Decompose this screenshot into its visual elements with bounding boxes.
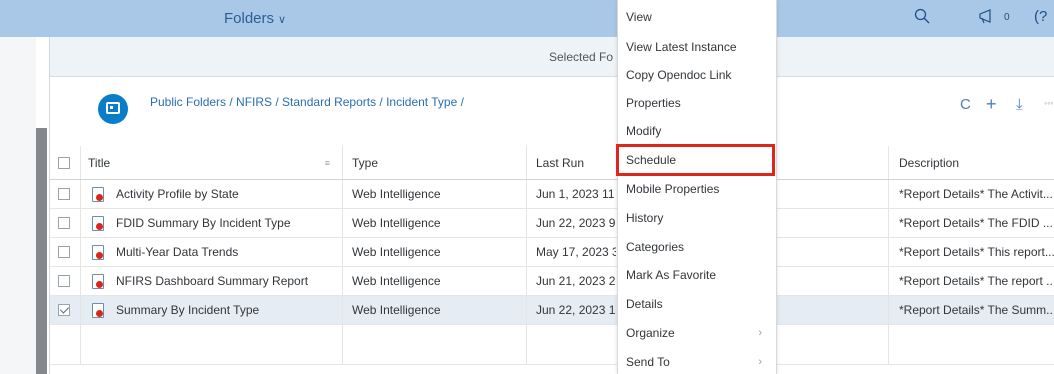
menu-item-view[interactable]: View <box>618 3 776 31</box>
table-row[interactable]: NFIRS Dashboard Summary Report Web Intell… <box>50 267 1054 296</box>
breadcrumb[interactable]: Public Folders / NFIRS / Standard Report… <box>150 95 464 109</box>
context-menu: View View Latest Instance Copy Opendoc Lin… <box>617 0 777 374</box>
row-checkbox[interactable] <box>58 296 70 324</box>
column-type[interactable]: Type <box>352 146 378 179</box>
menu-item-label: Categories <box>626 240 685 254</box>
selected-bar-label: Selected Fo <box>549 50 614 64</box>
row-type: Web Intelligence <box>352 274 441 288</box>
menu-item-view-latest-instance[interactable]: View Latest Instance <box>618 33 776 61</box>
menu-item-label: Copy Opendoc Link <box>626 68 732 82</box>
menu-item-label: View Latest Instance <box>626 40 737 54</box>
select-all-checkbox[interactable] <box>58 146 70 179</box>
download-icon[interactable]: ⤓ <box>1016 96 1023 113</box>
refresh-icon[interactable]: C <box>960 96 971 113</box>
folders-label: Folders <box>224 10 275 27</box>
folder-icon <box>98 94 128 124</box>
menu-item-copy-opendoc-link[interactable]: Copy Opendoc Link <box>618 61 776 89</box>
menu-item-label: Mark As Favorite <box>626 268 717 282</box>
empty-row <box>50 325 1054 365</box>
table-header: Title ≡ Type Last Run Description <box>50 146 1054 180</box>
row-title[interactable]: Multi-Year Data Trends <box>92 238 342 266</box>
table-row[interactable]: FDID Summary By Incident Type Web Intelli… <box>50 209 1054 238</box>
row-description: *Report Details* The FDID ... <box>899 216 1053 230</box>
search-icon[interactable] <box>914 8 930 29</box>
menu-item-history[interactable]: History <box>618 204 776 232</box>
chevron-right-icon: › <box>758 356 762 368</box>
menu-item-organize[interactable]: Organize › <box>618 319 776 347</box>
menu-item-label: Properties <box>626 96 681 110</box>
row-description: *Report Details* This report... <box>899 245 1054 259</box>
row-description: *Report Details* The Summ... <box>899 303 1054 317</box>
menu-item-label: Organize <box>626 326 675 340</box>
megaphone-icon[interactable] <box>978 8 996 29</box>
row-description: *Report Details* The Activit... <box>899 187 1053 201</box>
row-title[interactable]: NFIRS Dashboard Summary Report <box>92 267 342 295</box>
menu-item-details[interactable]: Details <box>618 290 776 318</box>
column-last-run[interactable]: Last Run <box>536 146 584 179</box>
menu-item-send-to[interactable]: Send To › <box>618 348 776 374</box>
row-type: Web Intelligence <box>352 187 441 201</box>
table-row[interactable]: Activity Profile by State Web Intelligenc… <box>50 180 1054 209</box>
web-intelligence-document-icon <box>92 303 104 318</box>
row-last-run: Jun 22, 2023 1 <box>536 303 616 317</box>
table-row[interactable]: Summary By Incident Type Web Intelligence… <box>50 296 1054 325</box>
help-icon[interactable]: (? <box>1034 8 1047 25</box>
menu-item-label: Mobile Properties <box>626 182 720 196</box>
row-title[interactable]: FDID Summary By Incident Type <box>92 209 342 237</box>
shell-bar: Folders ∨ 0 (? <box>0 0 1054 37</box>
menu-item-label: History <box>626 211 664 225</box>
row-type: Web Intelligence <box>352 303 441 317</box>
row-title-label: NFIRS Dashboard Summary Report <box>116 274 309 288</box>
row-title-label: FDID Summary By Incident Type <box>116 216 291 230</box>
row-type: Web Intelligence <box>352 216 441 230</box>
web-intelligence-document-icon <box>92 274 104 289</box>
row-title[interactable]: Activity Profile by State <box>92 180 342 208</box>
menu-item-properties[interactable]: Properties <box>618 89 776 117</box>
menu-item-mark-as-favorite[interactable]: Mark As Favorite <box>618 261 776 289</box>
column-title-label: Title <box>88 155 111 170</box>
web-intelligence-document-icon <box>92 245 104 260</box>
menu-item-mobile-properties[interactable]: Mobile Properties <box>618 175 776 203</box>
menu-item-label: Modify <box>626 124 662 138</box>
left-scrollbar[interactable] <box>36 128 47 374</box>
menu-item-label: View <box>626 10 652 24</box>
row-title-label: Activity Profile by State <box>116 187 239 201</box>
table-row[interactable]: Multi-Year Data Trends Web Intelligence Ma… <box>50 238 1054 267</box>
folders-menu-button[interactable]: Folders ∨ <box>224 10 286 27</box>
web-intelligence-document-icon <box>92 216 104 231</box>
add-icon[interactable]: + <box>986 94 997 115</box>
left-gutter <box>0 37 36 374</box>
selected-bar: Selected Fo <box>50 37 1054 77</box>
chevron-down-icon: ∨ <box>278 14 287 26</box>
row-title[interactable]: Summary By Incident Type <box>92 296 342 324</box>
web-intelligence-document-icon <box>92 187 104 202</box>
chevron-right-icon: › <box>758 327 762 339</box>
more-icon[interactable]: ◦◦◦ <box>1044 98 1054 108</box>
menu-item-label: Details <box>626 297 663 311</box>
row-last-run: Jun 1, 2023 11 <box>536 187 615 201</box>
row-title-label: Summary By Incident Type <box>116 303 260 317</box>
breadcrumb-header: Public Folders / NFIRS / Standard Report… <box>50 78 1054 138</box>
schedule-highlight-box <box>616 144 775 176</box>
menu-item-categories[interactable]: Categories <box>618 233 776 261</box>
column-title[interactable]: Title ≡ <box>88 146 342 179</box>
row-checkbox[interactable] <box>58 238 70 266</box>
row-title-label: Multi-Year Data Trends <box>116 245 239 259</box>
row-type: Web Intelligence <box>352 245 441 259</box>
row-last-run: Jun 21, 2023 2 <box>536 274 616 288</box>
menu-item-modify[interactable]: Modify <box>618 117 776 145</box>
row-description: *Report Details* The report ... <box>899 274 1054 288</box>
row-last-run: May 17, 2023 3 <box>536 245 616 259</box>
row-checkbox[interactable] <box>58 209 70 237</box>
row-checkbox[interactable] <box>58 267 70 295</box>
menu-item-label: Send To <box>626 355 670 369</box>
row-checkbox[interactable] <box>58 180 70 208</box>
notification-count: 0 <box>1004 12 1010 23</box>
sort-icon[interactable]: ≡ <box>325 158 342 168</box>
column-description[interactable]: Description <box>899 146 959 179</box>
row-last-run: Jun 22, 2023 9 <box>536 216 616 230</box>
